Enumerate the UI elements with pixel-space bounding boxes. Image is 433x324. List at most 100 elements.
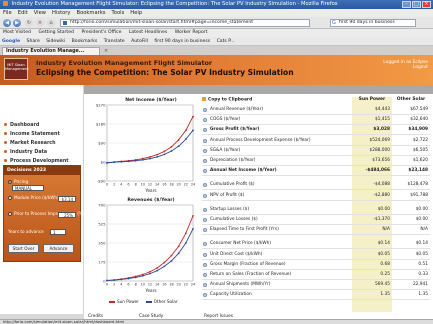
row-value-sun: $524,069 bbox=[369, 137, 390, 143]
info-icon[interactable] bbox=[203, 169, 207, 174]
years-value: 1 bbox=[53, 230, 56, 235]
menu-help[interactable]: Help bbox=[130, 9, 142, 17]
sidebar-item-dashboard[interactable]: Dashboard bbox=[4, 123, 39, 128]
menu-edit[interactable]: Edit bbox=[18, 9, 28, 17]
table-row: COGS ($/Year) $1,415 $32,640 bbox=[202, 116, 430, 126]
back-button[interactable]: ◀ bbox=[3, 19, 11, 27]
info-icon[interactable] bbox=[203, 159, 207, 163]
sidebar-item-market-research[interactable]: Market Research bbox=[4, 141, 56, 146]
menu-tools[interactable]: Tools bbox=[112, 9, 125, 17]
menu-file[interactable]: File bbox=[3, 9, 12, 17]
copy-to-clipboard[interactable]: Copy to Clipboard bbox=[202, 97, 252, 103]
toolbar-share[interactable]: Share bbox=[27, 39, 40, 44]
data-point bbox=[113, 161, 116, 164]
bookmark-presidents-office[interactable]: President's Office bbox=[81, 30, 121, 35]
pricing-select[interactable]: MANUAL bbox=[12, 185, 44, 191]
info-icon[interactable] bbox=[203, 183, 207, 188]
info-icon[interactable] bbox=[203, 283, 207, 288]
table-row: Startup Losses ($) $0.00 $0.00 bbox=[202, 206, 430, 215]
forward-button[interactable]: ▶ bbox=[13, 19, 21, 27]
module-price-radio[interactable] bbox=[8, 196, 12, 200]
google-toolbar-logo[interactable]: Google bbox=[2, 39, 20, 44]
info-icon[interactable] bbox=[203, 128, 207, 133]
data-point bbox=[170, 150, 173, 152]
toolbar-translate[interactable]: Translate bbox=[104, 39, 125, 44]
bookmark-getting-started[interactable]: Getting Started bbox=[38, 30, 74, 35]
toolbar-bookmarks[interactable]: Bookmarks bbox=[72, 39, 98, 44]
module-price-input[interactable]: $3.14 bbox=[58, 196, 76, 202]
bookmark-latest-headlines[interactable]: Latest Headlines bbox=[129, 30, 167, 35]
x-tick-label: 6 bbox=[127, 283, 129, 287]
bullet-icon bbox=[4, 132, 7, 135]
x-tick-label: 10 bbox=[141, 183, 145, 187]
toolbar-cats[interactable]: Cats P... bbox=[217, 39, 235, 44]
info-icon[interactable] bbox=[203, 108, 207, 112]
tab-close-icon[interactable]: × bbox=[104, 48, 110, 54]
info-icon[interactable] bbox=[203, 293, 207, 298]
info-icon[interactable] bbox=[203, 148, 207, 153]
advance-label: Advance bbox=[49, 246, 68, 251]
menu-bookmarks[interactable]: Bookmarks bbox=[77, 9, 106, 17]
table-row: Gross Profit ($/Year) $3,028 $34,909 bbox=[202, 126, 430, 136]
bookmarks-toolbar: Most Visited Getting Started President's… bbox=[0, 29, 433, 37]
google-toolbar: Google Share Sidewiki Bookmarks Translat… bbox=[0, 37, 433, 46]
pricing-radio[interactable] bbox=[8, 180, 12, 184]
tab-active[interactable]: Industry Evolution Manage... bbox=[2, 47, 100, 55]
toolbar-search-term[interactable]: first 90 days in business bbox=[154, 39, 210, 44]
x-tick-label: 16 bbox=[162, 183, 166, 187]
info-icon[interactable] bbox=[203, 273, 207, 277]
info-icon[interactable] bbox=[203, 252, 207, 257]
info-icon[interactable] bbox=[203, 193, 207, 198]
table-row: Capacity Utilization 1.35 1.35 bbox=[202, 291, 430, 301]
info-icon[interactable] bbox=[203, 262, 207, 267]
legend-sun-label: Sun Power bbox=[117, 299, 139, 304]
legend-sun-swatch bbox=[109, 301, 115, 303]
info-icon[interactable] bbox=[203, 118, 207, 123]
toolbar-autofill[interactable]: AutoFill bbox=[131, 39, 148, 44]
sidebar-item-process-development[interactable]: Process Development bbox=[4, 159, 69, 164]
prior-input[interactable]: 25% bbox=[58, 212, 76, 218]
bookmark-worker-report[interactable]: Worker Report bbox=[175, 30, 208, 35]
reload-icon[interactable]: ↻ bbox=[25, 19, 33, 27]
minimize-button[interactable]: – bbox=[402, 1, 411, 8]
data-point bbox=[192, 214, 194, 217]
sidebar-item-income-statement[interactable]: Income Statement bbox=[4, 132, 60, 137]
prior-radio[interactable] bbox=[8, 212, 12, 216]
info-icon[interactable] bbox=[203, 207, 207, 212]
info-icon[interactable] bbox=[203, 138, 207, 143]
data-point bbox=[156, 269, 159, 272]
search-bar[interactable]: G first 90 days in business bbox=[330, 19, 416, 27]
data-point bbox=[184, 129, 187, 132]
url-bar[interactable]: http://forio.com/simulation/mit-sloan-so… bbox=[60, 19, 310, 27]
bullet-icon bbox=[4, 141, 7, 144]
advance-button[interactable]: Advance bbox=[43, 244, 74, 253]
years-select[interactable]: 1 bbox=[50, 229, 66, 235]
data-point bbox=[163, 153, 166, 156]
header-title: Industry Evolution Management Flight Sim… bbox=[36, 59, 213, 67]
maximize-button[interactable]: □ bbox=[412, 1, 421, 8]
home-icon[interactable]: ⌂ bbox=[47, 19, 55, 27]
menu-view[interactable]: View bbox=[34, 9, 46, 17]
bookmark-most-visited[interactable]: Most Visited bbox=[3, 30, 31, 35]
row-label: Elapsed Time to First Profit (Yrs) bbox=[210, 227, 279, 233]
menu-history[interactable]: History bbox=[52, 9, 70, 17]
y-tick-label: 525 bbox=[98, 221, 106, 226]
row-value-other: $6,505 bbox=[412, 147, 428, 153]
info-icon[interactable] bbox=[203, 242, 207, 247]
info-icon[interactable] bbox=[203, 218, 207, 222]
table-row: Annual Process Development Expense ($/Ye… bbox=[202, 137, 430, 146]
data-point bbox=[113, 279, 116, 282]
row-value-other: $2,722 bbox=[412, 137, 428, 143]
module-price-row: Module Price ($/kWh) bbox=[8, 195, 59, 200]
charts-panel: $270 $180 $90 $0 -$90 0 2 4 6 8 10 12 14 16 18 20 22 24 70… bbox=[89, 97, 197, 312]
toolbar-sidewiki[interactable]: Sidewiki bbox=[46, 39, 65, 44]
stop-icon[interactable]: × bbox=[36, 19, 44, 27]
data-point bbox=[149, 156, 151, 158]
logout-link[interactable]: Logout bbox=[383, 65, 428, 70]
close-button[interactable]: × bbox=[422, 1, 431, 8]
info-icon[interactable] bbox=[203, 228, 207, 233]
row-label: Consumer Net Price ($/kWh) bbox=[210, 241, 272, 247]
data-point bbox=[106, 279, 108, 282]
sidebar-item-industry-data[interactable]: Industry Data bbox=[4, 150, 47, 155]
start-over-button[interactable]: Start Over bbox=[8, 244, 39, 253]
